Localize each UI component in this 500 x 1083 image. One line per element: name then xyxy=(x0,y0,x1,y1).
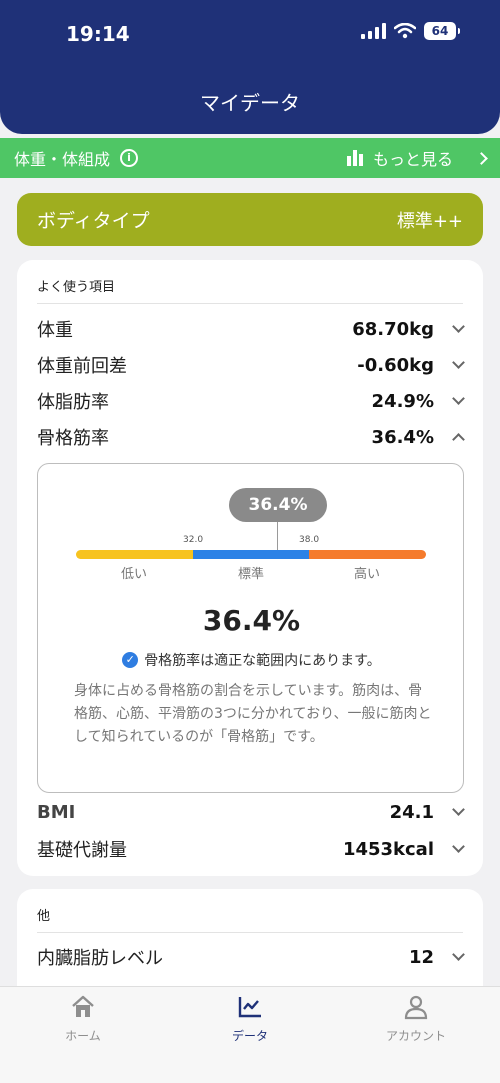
skeletal-muscle-detail: 36.4% 32.0 38.0 低い 標準 高い 36.4% ✓ 骨格筋率は適正… xyxy=(37,463,464,793)
app-header: 19:14 64 マイデータ xyxy=(0,0,500,134)
status-time: 19:14 xyxy=(66,22,130,46)
page-title: マイデータ xyxy=(200,91,300,115)
range-low xyxy=(76,550,193,559)
home-icon xyxy=(72,995,94,1017)
check-icon: ✓ xyxy=(122,652,139,668)
chevron-down-icon[interactable] xyxy=(452,392,465,405)
status-icons: 64 xyxy=(361,22,460,40)
row-value: 12 xyxy=(408,946,434,968)
divider xyxy=(37,932,463,933)
chevron-right-icon xyxy=(475,151,488,165)
description-text: 身体に占める骨格筋の割合を示しています。筋肉は、骨格筋、心筋、平滑筋の3つに分か… xyxy=(74,683,432,745)
row-label: BMI xyxy=(37,801,76,823)
range-label-normal: 標準 xyxy=(237,567,264,582)
tab-home[interactable]: ホーム xyxy=(23,993,143,1044)
tab-label: データ xyxy=(231,1029,268,1043)
see-more-link[interactable]: もっと見る xyxy=(346,146,488,170)
card-title: 他 xyxy=(37,909,51,924)
row-value: 24.9% xyxy=(371,390,434,412)
threshold-low: 32.0 xyxy=(183,535,204,545)
row-weight[interactable]: 体重 68.70kg xyxy=(37,314,465,344)
range-label-high: 高い xyxy=(353,567,380,582)
section-label: 体重・体組成 xyxy=(14,150,111,169)
status-text: 骨格筋率は適正な範囲内にあります。 xyxy=(144,653,381,669)
chevron-up-icon[interactable] xyxy=(452,433,465,446)
chevron-down-icon[interactable] xyxy=(452,356,465,369)
bar-chart-icon xyxy=(346,150,363,166)
chevron-down-icon[interactable] xyxy=(452,840,465,853)
range-scale xyxy=(76,550,426,559)
chevron-down-icon[interactable] xyxy=(452,948,465,961)
status-message: ✓ 骨格筋率は適正な範囲内にあります。 xyxy=(38,650,465,670)
threshold-high: 38.0 xyxy=(299,535,320,545)
row-label: 体脂肪率 xyxy=(37,392,109,413)
body-composition-bar: 体重・体組成 i もっと見る xyxy=(0,138,500,178)
account-icon xyxy=(404,995,428,1020)
row-weight-diff[interactable]: 体重前回差 -0.60kg xyxy=(37,350,465,380)
chevron-down-icon[interactable] xyxy=(452,803,465,816)
tab-data[interactable]: データ xyxy=(190,993,310,1044)
info-icon[interactable]: i xyxy=(120,149,139,167)
big-value: 36.4% xyxy=(202,604,301,637)
value-bubble: 36.4% xyxy=(229,488,327,522)
body-type-banner[interactable]: ボディタイプ 標準++ xyxy=(17,193,483,246)
row-value: 68.70kg xyxy=(352,318,434,340)
row-value: 36.4% xyxy=(371,426,434,448)
row-bmr[interactable]: 基礎代謝量 1453kcal xyxy=(37,834,465,864)
tab-label: アカウント xyxy=(385,1029,446,1043)
row-value: 1453kcal xyxy=(342,838,434,860)
tab-account[interactable]: アカウント xyxy=(356,993,476,1044)
range-high xyxy=(309,550,426,559)
range-normal xyxy=(193,550,309,559)
chevron-down-icon[interactable] xyxy=(452,320,465,333)
signal-icon xyxy=(361,23,386,39)
row-label: 基礎代謝量 xyxy=(37,840,127,861)
wifi-icon xyxy=(394,23,416,39)
row-value: -0.60kg xyxy=(357,354,434,376)
body-type-value: 標準++ xyxy=(396,210,463,232)
chart-icon xyxy=(238,997,261,1018)
tab-label: ホーム xyxy=(65,1029,101,1043)
row-body-fat[interactable]: 体脂肪率 24.9% xyxy=(37,386,465,416)
row-label: 骨格筋率 xyxy=(37,428,109,449)
tab-bar: ホーム データ アカウント xyxy=(0,986,500,1083)
battery-icon: 64 xyxy=(424,22,460,40)
range-label-low: 低い xyxy=(120,567,147,582)
row-skeletal-muscle[interactable]: 骨格筋率 36.4% xyxy=(37,422,465,452)
divider xyxy=(37,303,463,304)
row-label: 体重 xyxy=(37,320,73,341)
row-visceral-fat[interactable]: 内臓脂肪レベル 12 xyxy=(37,942,465,972)
body-type-label: ボディタイプ xyxy=(37,210,150,232)
row-bmi[interactable]: BMI 24.1 xyxy=(37,797,465,827)
see-more-label: もっと見る xyxy=(372,150,453,169)
card-title: よく使う項目 xyxy=(37,280,116,295)
frequent-items-card: よく使う項目 体重 68.70kg 体重前回差 -0.60kg 体脂肪率 24.… xyxy=(17,260,483,876)
row-value: 24.1 xyxy=(389,801,434,823)
row-label: 内臓脂肪レベル xyxy=(37,948,163,969)
row-label: 体重前回差 xyxy=(37,356,127,377)
